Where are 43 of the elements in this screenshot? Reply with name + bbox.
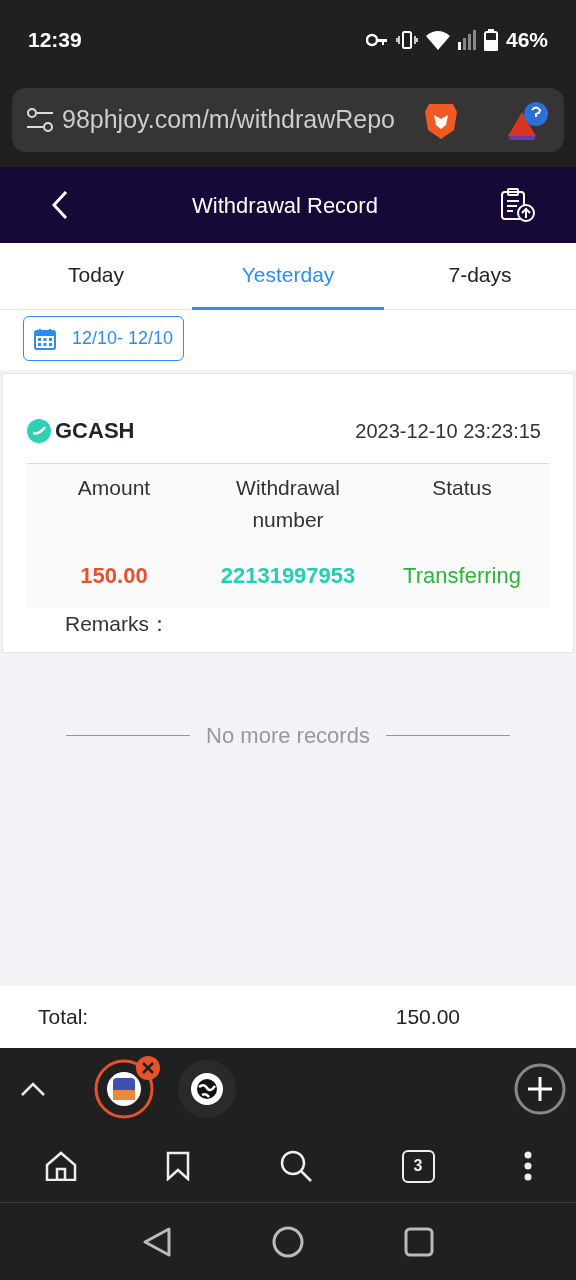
more-options-icon[interactable] [523,1151,532,1181]
column-header: Status [431,475,493,501]
tab[interactable]: 7-days [384,243,576,310]
payment-method: GCASH [55,417,135,445]
page-title: Withdrawal Record [191,191,379,220]
status-text: Transferring [402,562,522,590]
home-nav-icon[interactable] [272,1225,304,1258]
wallet-logo-icon [27,418,51,443]
tab[interactable]: Today [0,243,192,310]
back-nav-icon[interactable] [142,1225,172,1258]
triangle-help-icon[interactable] [506,100,550,140]
globe-tab-icon[interactable] [178,1060,236,1118]
home-icon[interactable] [44,1151,77,1181]
vibrate-icon [395,30,418,50]
column-header: Withdrawal number [235,475,341,533]
column-header: Amount [76,475,152,501]
signal-icon [457,30,476,50]
search-icon[interactable] [278,1149,313,1183]
lion-shield-icon[interactable] [424,101,458,139]
wifi-icon [425,30,450,50]
url-text: 98phjoy.com/m/withdrawRepo [62,104,396,136]
amount-value: 150.00 [79,562,149,590]
tab-count-button[interactable]: 3 [401,1149,435,1183]
tune-icon [26,107,54,133]
total-label: Total: [38,1004,89,1031]
record-datetime: 2023-12-10 23:23:15 [355,418,541,444]
end-of-list-text: No more records [206,721,370,750]
withdrawal-number: 22131997953 [219,562,357,590]
clock-time: 12:39 [28,27,82,54]
back-icon[interactable] [50,190,70,220]
total-value: 150.00 [395,1004,460,1031]
address-bar[interactable]: 98phjoy.com/m/withdrawRepo [12,88,564,152]
remarks-label: Remarks： [64,611,170,637]
calendar-icon [34,327,56,350]
battery-level: 46% [505,27,548,54]
key-icon [365,33,388,47]
chevron-up-icon[interactable] [20,1081,46,1097]
clipboard-upload-icon[interactable] [500,187,536,223]
battery-icon [483,29,498,51]
recents-nav-icon[interactable] [404,1226,434,1257]
bookmark-icon[interactable] [165,1151,190,1181]
close-icon[interactable] [136,1055,160,1080]
new-tab-icon[interactable] [514,1063,566,1115]
